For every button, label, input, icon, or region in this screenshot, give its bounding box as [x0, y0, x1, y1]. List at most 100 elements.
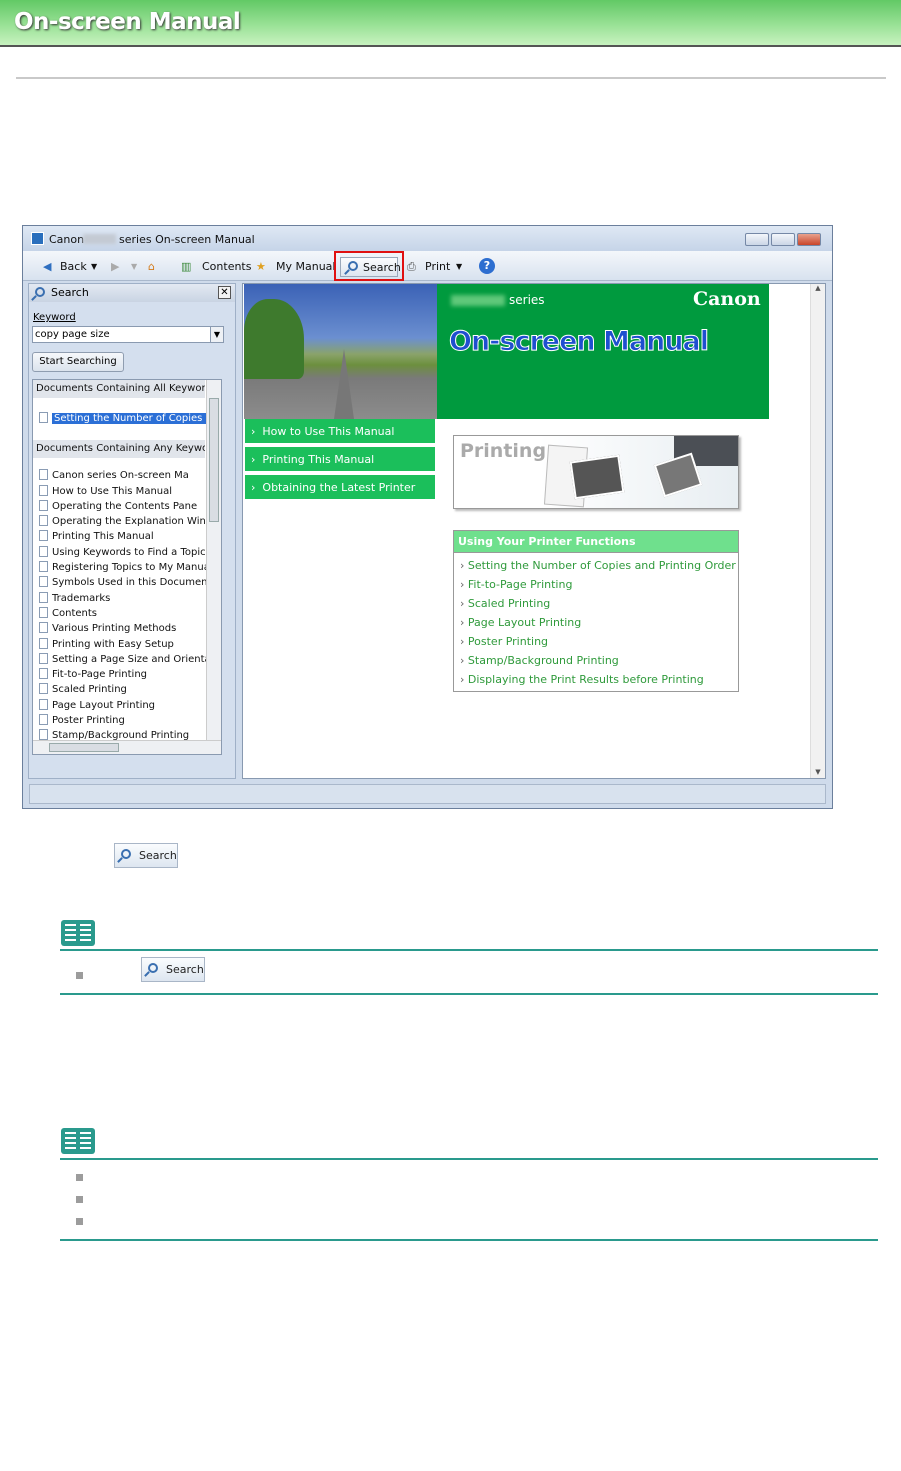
document-icon	[39, 622, 48, 634]
search-icon	[121, 849, 131, 859]
result-item[interactable]: Trademarks	[39, 591, 221, 606]
content-scrollbar[interactable]: ▲ ▼	[810, 284, 825, 778]
contents-button[interactable]: Contents	[202, 257, 251, 277]
function-link[interactable]: › Stamp/Background Printing	[454, 651, 738, 670]
note-book-icon	[61, 920, 95, 946]
result-item[interactable]: Canon series On-screen Ma	[39, 468, 221, 483]
document-icon	[39, 668, 48, 680]
app-icon	[31, 232, 44, 245]
result-item[interactable]: Operating the Explanation Window	[39, 514, 221, 529]
keyword-input[interactable]: copy page size	[32, 326, 224, 343]
result-item[interactable]: Symbols Used in this Document	[39, 575, 221, 590]
result-item[interactable]: Using Keywords to Find a Topic	[39, 545, 221, 560]
search-pane: Search ✕ Keyword copy page size ▼ Start …	[28, 283, 236, 779]
divider	[16, 77, 886, 79]
bullet	[76, 1174, 83, 1181]
note-divider	[60, 1239, 878, 1241]
result-item[interactable]: Setting a Page Size and Orientation	[39, 652, 221, 667]
function-link[interactable]: › Fit-to-Page Printing	[454, 575, 738, 594]
result-item[interactable]: Various Printing Methods	[39, 621, 221, 636]
result-item[interactable]: Printing with Easy Setup	[39, 637, 221, 652]
result-item[interactable]: Page Layout Printing	[39, 698, 221, 713]
result-item[interactable]: Setting the Number of Copies and Pr	[33, 398, 221, 426]
document-icon	[39, 484, 48, 496]
contents-icon: ▥	[181, 260, 192, 273]
result-item[interactable]: How to Use This Manual	[39, 484, 221, 499]
window-title: series On-screen Manual	[119, 233, 255, 246]
nav-latest-driver[interactable]: › Obtaining the Latest Printer Driver	[245, 475, 435, 520]
forward-arrow-icon[interactable]: ▶	[111, 257, 119, 277]
back-arrow-icon[interactable]: ◀	[43, 257, 51, 277]
result-item[interactable]: Printing This Manual	[39, 529, 221, 544]
document-icon	[39, 469, 48, 481]
function-link[interactable]: › Setting the Number of Copies and Print…	[454, 556, 738, 575]
result-item[interactable]: Fit-to-Page Printing	[39, 667, 221, 682]
keyword-dropdown-icon[interactable]: ▼	[210, 326, 224, 343]
bullet	[76, 1218, 83, 1225]
result-item[interactable]: Poster Printing	[39, 713, 221, 728]
function-link[interactable]: › Poster Printing	[454, 632, 738, 651]
toolbar: ◀ Back ▼ ▶ ▼ ⌂ ▥ Contents ★ My Manual Se…	[23, 251, 832, 281]
back-button[interactable]: Back	[60, 257, 87, 277]
close-pane-icon[interactable]: ✕	[218, 286, 231, 299]
chevron-icon: ›	[460, 673, 465, 686]
start-searching-button[interactable]: Start Searching	[32, 352, 124, 372]
document-icon	[39, 714, 48, 726]
forward-dropdown-icon[interactable]: ▼	[131, 257, 137, 277]
print-button[interactable]: Print	[425, 257, 450, 277]
result-item[interactable]: Operating the Contents Pane	[39, 499, 221, 514]
window-title-prefix: Canon	[49, 233, 85, 246]
horizontal-scrollbar[interactable]	[33, 740, 221, 754]
document-icon	[39, 499, 48, 511]
chevron-icon: ›	[460, 597, 465, 610]
scroll-thumb[interactable]	[49, 743, 119, 752]
vertical-scrollbar[interactable]	[206, 380, 221, 740]
minimize-button[interactable]	[745, 233, 769, 246]
document-icon	[39, 412, 48, 423]
printing-banner[interactable]: Printing	[453, 435, 739, 509]
document-icon	[39, 606, 48, 618]
help-icon[interactable]: ?	[479, 258, 495, 274]
search-pane-header: Search ✕	[29, 284, 235, 302]
document-icon	[39, 515, 48, 527]
keyword-label: Keyword	[33, 312, 76, 323]
nav-printing-this-manual[interactable]: › Printing This Manual	[245, 447, 435, 473]
function-link[interactable]: › Scaled Printing	[454, 594, 738, 613]
document-icon	[39, 591, 48, 603]
blurred-model	[83, 234, 116, 244]
document-icon	[39, 652, 48, 664]
back-dropdown-icon[interactable]: ▼	[91, 257, 97, 277]
print-dropdown-icon[interactable]: ▼	[456, 257, 462, 277]
manual-title: On-screen Manual	[448, 326, 709, 358]
function-link[interactable]: › Displaying the Print Results before Pr…	[454, 670, 738, 689]
bullet	[76, 972, 83, 979]
note-book-icon	[61, 1128, 95, 1154]
search-icon	[35, 287, 45, 297]
nav-how-to-use[interactable]: › How to Use This Manual	[245, 419, 435, 445]
bullet	[76, 1196, 83, 1203]
road	[334, 349, 354, 419]
home-icon[interactable]: ⌂	[148, 257, 155, 277]
function-link[interactable]: › Page Layout Printing	[454, 613, 738, 632]
manual-window-screenshot: Canon series On-screen Manual ◀ Back ▼ ▶…	[22, 225, 833, 809]
search-button-illustration: Search	[114, 843, 178, 868]
scroll-thumb[interactable]	[209, 398, 219, 522]
chevron-icon: ›	[460, 616, 465, 629]
result-item[interactable]: Registering Topics to My Manual	[39, 560, 221, 575]
explanation-window: series Canon On-screen Manual › How to U…	[242, 283, 826, 779]
result-item[interactable]: Contents	[39, 606, 221, 621]
search-icon	[148, 963, 158, 973]
my-manual-button[interactable]: My Manual	[276, 257, 335, 277]
close-button[interactable]	[797, 233, 821, 246]
functions-header: Using Your Printer Functions	[454, 531, 738, 553]
result-item[interactable]: Scaled Printing	[39, 682, 221, 697]
title-banner: series Canon On-screen Manual	[437, 284, 769, 419]
page-header: On-screen Manual	[0, 0, 901, 47]
note-divider	[60, 1158, 878, 1160]
note-divider	[60, 949, 878, 951]
search-icon	[348, 261, 358, 271]
print-icon: ⎙	[407, 260, 416, 273]
maximize-button[interactable]	[771, 233, 795, 246]
road-photo	[244, 284, 437, 419]
any-keyword-header: Documents Containing Any Keyword	[33, 440, 205, 459]
